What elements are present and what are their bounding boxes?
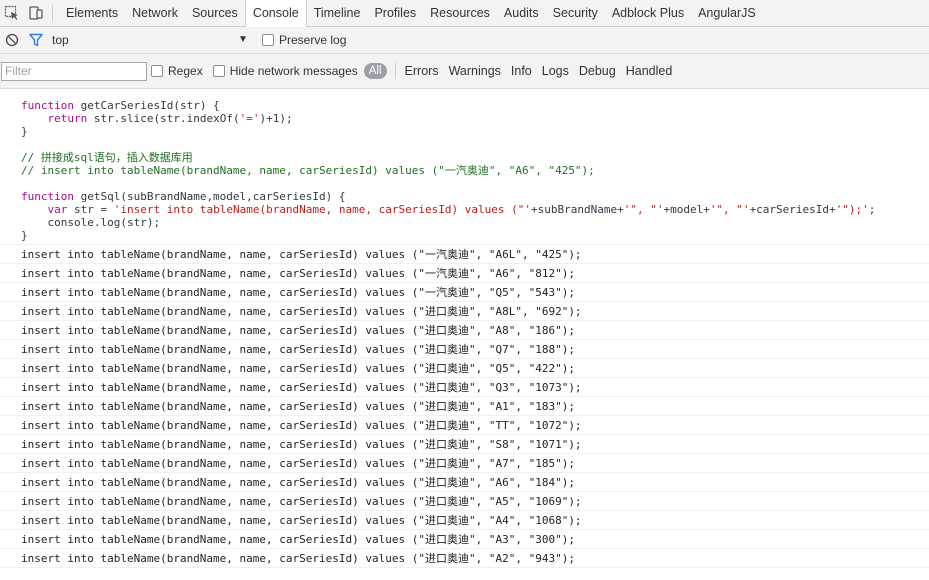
console-log-row: insert into tableName(brandName, name, c… [0, 321, 929, 340]
console-filter-bar: Regex Hide network messages All Errors W… [0, 54, 929, 89]
code-text: console.log(str); [47, 216, 161, 229]
device-mode-icon[interactable] [24, 0, 48, 26]
console-log-row: insert into tableName(brandName, name, c… [0, 492, 929, 511]
devtools-tabbar: Elements Network Sources Console Timelin… [0, 0, 929, 27]
code-line: function getSql(subBrandName,model,carSe… [21, 190, 929, 203]
level-handled-button[interactable]: Handled [621, 64, 678, 78]
code-text: } [21, 125, 28, 138]
code-string: 'insert into tableName(brandName, name, … [113, 203, 531, 216]
regex-label: Regex [168, 64, 203, 78]
tab-adblock-plus[interactable]: Adblock Plus [605, 0, 691, 26]
tab-network[interactable]: Network [125, 0, 185, 26]
code-text: getCarSeriesId(str) { [80, 99, 220, 112]
console-log-row: insert into tableName(brandName, name, c… [0, 454, 929, 473]
level-all-button[interactable]: All [363, 63, 387, 79]
console-log-row: insert into tableName(brandName, name, c… [0, 473, 929, 492]
clear-console-icon[interactable] [0, 27, 24, 53]
preserve-log-label: Preserve log [279, 33, 347, 47]
code-text: getSql(subBrandName,model,carSeriesId) { [80, 190, 346, 203]
context-value: top [52, 33, 69, 47]
console-log-row: insert into tableName(brandName, name, c… [0, 530, 929, 549]
level-divider [394, 63, 396, 79]
code-string: '=' [239, 112, 260, 125]
code-line: return str.slice(str.indexOf('=')+1); [21, 112, 929, 125]
console-context-bar: top ▼ Preserve log [0, 27, 929, 54]
level-logs-button[interactable]: Logs [537, 64, 574, 78]
tab-security[interactable]: Security [546, 0, 605, 26]
tab-profiles[interactable]: Profiles [367, 0, 423, 26]
code-line: } [21, 125, 929, 138]
tab-elements[interactable]: Elements [59, 0, 125, 26]
console-log-row: insert into tableName(brandName, name, c… [0, 340, 929, 359]
level-debug-button[interactable]: Debug [574, 64, 621, 78]
filter-icon[interactable] [24, 27, 48, 53]
console-output[interactable]: function getCarSeriesId(str) { return st… [0, 89, 929, 580]
hide-network-checkbox[interactable] [212, 65, 225, 77]
code-line: function getCarSeriesId(str) { [21, 99, 929, 112]
inspect-element-icon[interactable] [0, 0, 24, 26]
level-errors-button[interactable]: Errors [400, 64, 444, 78]
level-info-button[interactable]: Info [506, 64, 537, 78]
code-text: )+1); [259, 112, 293, 125]
code-line: var str = 'insert into tableName(brandNa… [21, 203, 929, 216]
console-log-row: insert into tableName(brandName, name, c… [0, 435, 929, 454]
tab-timeline[interactable]: Timeline [307, 0, 368, 26]
code-text: str.slice(str.indexOf( [93, 112, 240, 125]
console-log-row: insert into tableName(brandName, name, c… [0, 397, 929, 416]
hide-network-label: Hide network messages [229, 64, 358, 78]
console-log-row: insert into tableName(brandName, name, c… [0, 302, 929, 321]
toolbar-divider [52, 5, 53, 21]
tab-sources[interactable]: Sources [185, 0, 245, 26]
tab-angularjs[interactable]: AngularJS [691, 0, 763, 26]
console-log-row: insert into tableName(brandName, name, c… [0, 264, 929, 283]
tab-console[interactable]: Console [244, 0, 307, 27]
console-log-row: insert into tableName(brandName, name, c… [0, 245, 929, 264]
console-log-row: insert into tableName(brandName, name, c… [0, 416, 929, 435]
code-text: +model+ [663, 203, 710, 216]
code-comment: // insert into tableName(brandName, name… [21, 164, 595, 177]
console-log-row: insert into tableName(brandName, name, c… [0, 283, 929, 302]
code-string: '");' [835, 203, 869, 216]
code-line: } [21, 229, 929, 242]
code-keyword: return [47, 112, 88, 125]
code-string: '", "' [623, 203, 664, 216]
preserve-log-checkbox[interactable] [262, 34, 274, 46]
code-keyword: function [21, 99, 74, 112]
tab-resources[interactable]: Resources [423, 0, 497, 26]
code-text: +carSeriesId+ [749, 203, 836, 216]
code-text: str = [74, 203, 114, 216]
regex-checkbox[interactable] [151, 65, 163, 77]
console-log-row: insert into tableName(brandName, name, c… [0, 549, 929, 568]
console-log-row: insert into tableName(brandName, name, c… [0, 378, 929, 397]
code-keyword: var [47, 203, 68, 216]
code-text: } [21, 229, 28, 242]
code-comment: // 拼接成sql语句，插入数据库用 [21, 151, 193, 164]
code-string: '", "' [709, 203, 750, 216]
code-text: +subBrandName+ [530, 203, 624, 216]
code-keyword: function [21, 190, 74, 203]
tab-audits[interactable]: Audits [497, 0, 546, 26]
dropdown-arrow-icon: ▼ [238, 34, 248, 45]
level-warnings-button[interactable]: Warnings [444, 64, 506, 78]
code-line: console.log(str); [21, 216, 929, 229]
filter-input[interactable] [1, 61, 147, 81]
console-log-row: insert into tableName(brandName, name, c… [0, 359, 929, 378]
context-selector[interactable]: top ▼ [48, 30, 262, 50]
console-log-row: insert into tableName(brandName, name, c… [0, 511, 929, 530]
code-text: ; [868, 203, 876, 216]
console-input-command: function getCarSeriesId(str) { return st… [0, 89, 929, 245]
